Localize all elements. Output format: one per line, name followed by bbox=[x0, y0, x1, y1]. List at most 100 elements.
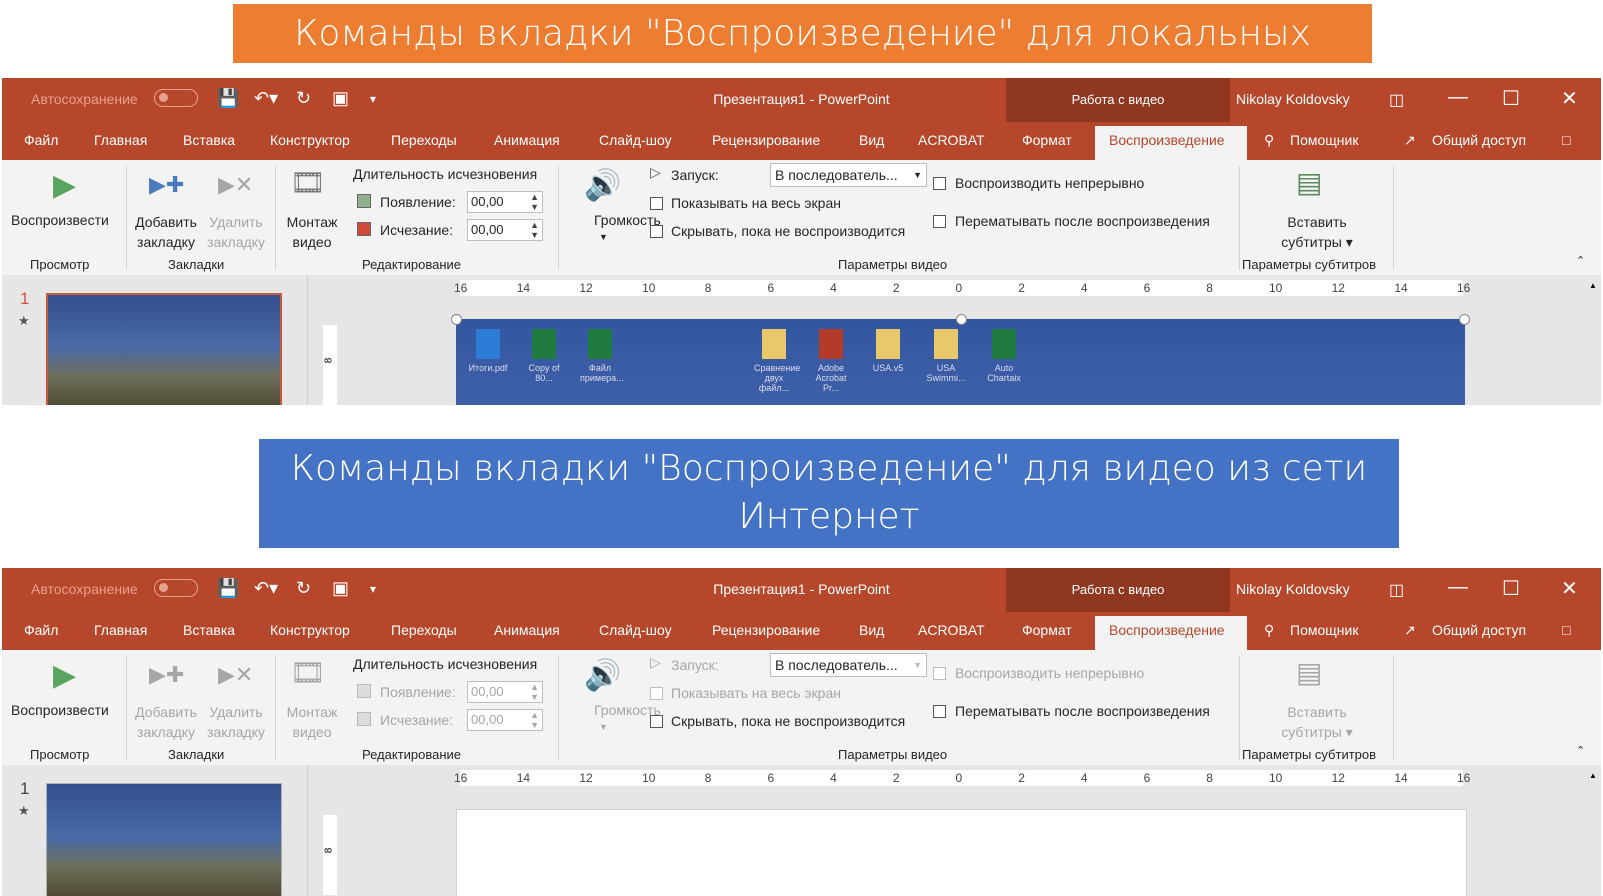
tab-playback[interactable]: Воспроизведение bbox=[1109, 622, 1225, 638]
tab-review[interactable]: Рецензирование bbox=[712, 622, 820, 638]
start-select[interactable]: В последователь... ▼ bbox=[770, 163, 927, 187]
ribbon-display-icon[interactable]: ◫ bbox=[1389, 580, 1404, 600]
video-frame[interactable]: Итоги.pdf Copy of 80... Файл примера... … bbox=[456, 319, 1465, 405]
ribbon-display-icon[interactable]: ◫ bbox=[1389, 90, 1404, 110]
volume-dropdown-icon[interactable]: ▼ bbox=[599, 722, 608, 732]
resize-handle[interactable] bbox=[1459, 314, 1470, 325]
tab-insert[interactable]: Вставка bbox=[183, 622, 235, 638]
banner-local-video: Команды вкладки "Воспроизведение" для ло… bbox=[233, 4, 1372, 113]
ruler-tick-label: 16 bbox=[1457, 281, 1471, 295]
play-icon: ▶ bbox=[53, 169, 77, 202]
tab-transitions[interactable]: Переходы bbox=[391, 132, 457, 148]
tab-design[interactable]: Конструктор bbox=[270, 622, 350, 638]
user-name[interactable]: Nikolay Koldovsky bbox=[1236, 581, 1350, 597]
rewind-checkbox[interactable] bbox=[933, 705, 946, 718]
start-select[interactable]: В последователь... ▼ bbox=[770, 653, 927, 677]
ruler-tick-label: 8 bbox=[704, 281, 712, 295]
slide-thumbnail[interactable] bbox=[46, 783, 282, 896]
document-title: Презентация1 - PowerPoint bbox=[713, 91, 890, 107]
close-icon[interactable]: ✕ bbox=[1561, 576, 1578, 601]
banner-online-line2: Интернет bbox=[738, 496, 920, 537]
fullscreen-label: Показывать на весь экран bbox=[671, 195, 841, 211]
collapse-ribbon-icon[interactable]: ⌃ bbox=[1576, 254, 1585, 267]
remove-bookmark-button[interactable]: Удалить закладку bbox=[203, 702, 269, 742]
tab-home[interactable]: Главная bbox=[94, 622, 147, 638]
add-bookmark-button[interactable]: Добавить закладку bbox=[133, 212, 199, 252]
minimize-icon[interactable]: — bbox=[1448, 86, 1468, 109]
play-button[interactable]: Воспроизвести bbox=[11, 702, 109, 718]
remove-bookmark-button[interactable]: Удалить закладку bbox=[203, 212, 269, 252]
loop-checkbox[interactable] bbox=[933, 177, 946, 190]
ruler-tick-label: 0 bbox=[955, 771, 963, 785]
tab-acrobat[interactable]: ACROBAT bbox=[918, 622, 985, 638]
hide-checkbox[interactable] bbox=[650, 715, 663, 728]
fade-in-label: Появление: bbox=[380, 194, 456, 210]
fade-out-input[interactable]: 00,00 ▲ ▼ bbox=[467, 219, 543, 241]
tab-file[interactable]: Файл bbox=[24, 132, 58, 148]
fade-in-input[interactable]: 00,00 ▲ ▼ bbox=[467, 681, 543, 703]
tab-view[interactable]: Вид bbox=[859, 132, 884, 148]
tell-me-button[interactable]: Помощник bbox=[1290, 132, 1358, 148]
slide-thumbnails-pane: 1 ★ bbox=[2, 275, 308, 405]
ruler-tick-label: 10 bbox=[642, 771, 656, 785]
user-name[interactable]: Nikolay Koldovsky bbox=[1236, 91, 1350, 107]
tab-animations[interactable]: Анимация bbox=[494, 132, 560, 148]
banner-online-line1: Команды вкладки "Воспроизведение" для ви… bbox=[290, 448, 1368, 489]
group-video-options: Параметры видео bbox=[838, 257, 948, 272]
hide-checkbox[interactable] bbox=[650, 225, 663, 238]
vertical-scrollbar[interactable]: ▲ bbox=[1585, 275, 1601, 405]
tab-format[interactable]: Формат bbox=[1022, 622, 1072, 638]
insert-captions-button[interactable]: Вставить субтитры ▾ bbox=[1272, 702, 1362, 742]
minimize-icon[interactable]: — bbox=[1448, 576, 1468, 599]
tell-me-button[interactable]: Помощник bbox=[1290, 622, 1358, 638]
tab-slideshow[interactable]: Слайд-шоу bbox=[599, 622, 672, 638]
tab-acrobat[interactable]: ACROBAT bbox=[918, 132, 985, 148]
maximize-icon[interactable]: ☐ bbox=[1502, 86, 1520, 111]
collapse-ribbon-icon[interactable]: ⌃ bbox=[1576, 744, 1585, 757]
fullscreen-checkbox[interactable] bbox=[650, 687, 663, 700]
tab-view[interactable]: Вид bbox=[859, 622, 884, 638]
start-label: Запуск: bbox=[671, 167, 719, 183]
loop-label: Воспроизводить непрерывно bbox=[955, 665, 1145, 681]
tab-slideshow[interactable]: Слайд-шоу bbox=[599, 132, 672, 148]
fade-out-icon bbox=[357, 222, 371, 236]
trim-video-button[interactable]: Монтаж видео bbox=[279, 702, 345, 742]
tab-design[interactable]: Конструктор bbox=[270, 132, 350, 148]
desktop-icon-excel: Auto Chartaix bbox=[984, 329, 1024, 383]
tab-review[interactable]: Рецензирование bbox=[712, 132, 820, 148]
comments-icon[interactable]: □ bbox=[1562, 622, 1570, 638]
share-button[interactable]: Общий доступ bbox=[1432, 622, 1526, 638]
slide-canvas[interactable] bbox=[456, 809, 1467, 896]
fade-in-input[interactable]: 00,00 ▲ ▼ bbox=[467, 191, 543, 213]
group-editing: Редактирование bbox=[362, 747, 462, 762]
tab-playback[interactable]: Воспроизведение bbox=[1109, 132, 1225, 148]
vertical-scrollbar[interactable]: ▲ bbox=[1585, 765, 1601, 896]
tab-home[interactable]: Главная bbox=[94, 132, 147, 148]
rewind-checkbox[interactable] bbox=[933, 215, 946, 228]
add-bookmark-button[interactable]: Добавить закладку bbox=[133, 702, 199, 742]
play-button[interactable]: Воспроизвести bbox=[11, 212, 109, 228]
volume-dropdown-icon[interactable]: ▼ bbox=[599, 232, 608, 242]
fullscreen-checkbox[interactable] bbox=[650, 197, 663, 210]
tab-animations[interactable]: Анимация bbox=[494, 622, 560, 638]
loop-checkbox[interactable] bbox=[933, 667, 946, 680]
tab-insert[interactable]: Вставка bbox=[183, 132, 235, 148]
lightbulb-icon: ⚲ bbox=[1264, 132, 1275, 148]
remove-bookmark-icon: ▶✕ bbox=[218, 662, 254, 687]
ruler-tick-label: 4 bbox=[830, 771, 837, 785]
ruler-tick-label: 10 bbox=[1268, 771, 1283, 785]
insert-captions-button[interactable]: Вставить субтитры ▾ bbox=[1272, 212, 1362, 252]
tab-format[interactable]: Формат bbox=[1022, 132, 1072, 148]
tab-transitions[interactable]: Переходы bbox=[391, 622, 457, 638]
tab-file[interactable]: Файл bbox=[24, 622, 58, 638]
close-icon[interactable]: ✕ bbox=[1561, 86, 1578, 111]
add-bookmark-icon: ▶✚ bbox=[149, 662, 185, 687]
fade-out-input[interactable]: 00,00 ▲ ▼ bbox=[467, 709, 543, 731]
slide-thumbnail[interactable] bbox=[46, 293, 282, 405]
resize-handle[interactable] bbox=[956, 314, 967, 325]
resize-handle[interactable] bbox=[451, 314, 462, 325]
maximize-icon[interactable]: ☐ bbox=[1502, 576, 1520, 601]
share-button[interactable]: Общий доступ bbox=[1432, 132, 1526, 148]
comments-icon[interactable]: □ bbox=[1562, 132, 1570, 148]
trim-video-button[interactable]: Монтаж видео bbox=[279, 212, 345, 252]
